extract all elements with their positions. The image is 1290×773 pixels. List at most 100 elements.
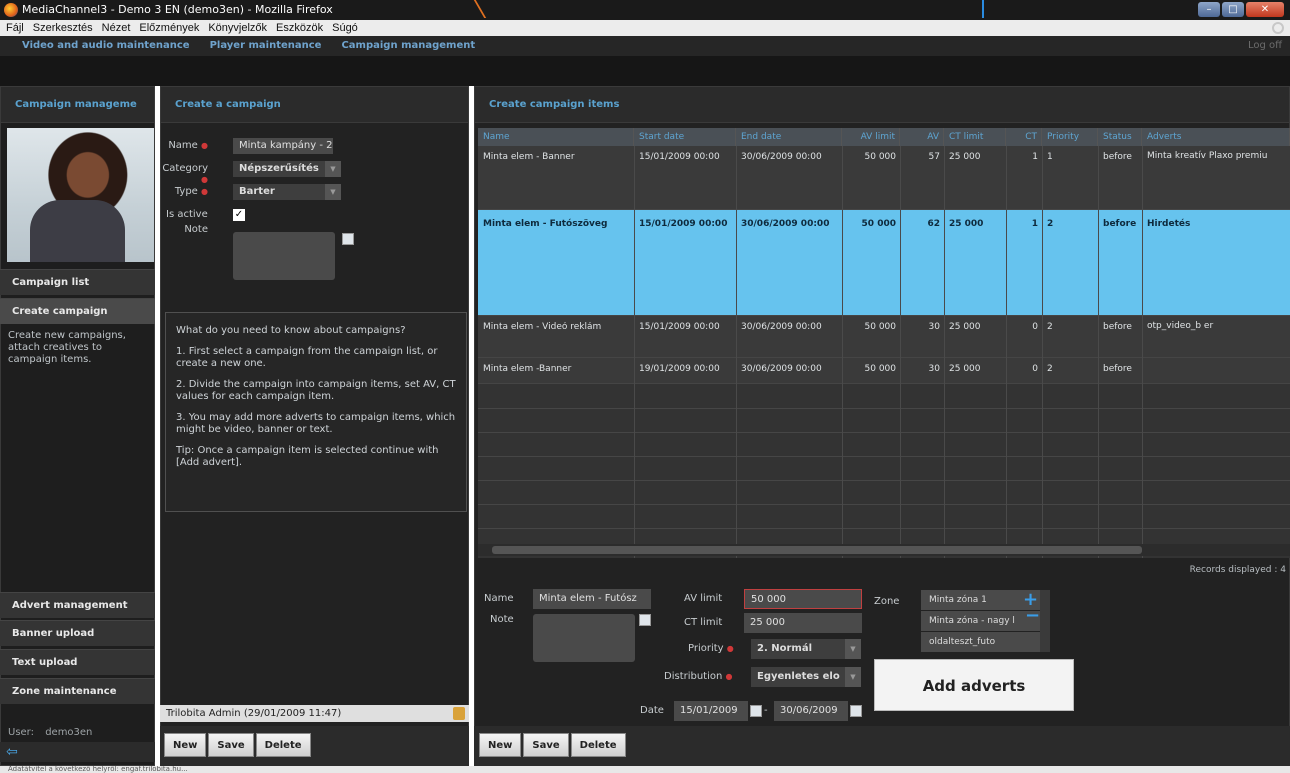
expand-icon[interactable] [639,614,651,626]
required-icon: ● [725,672,733,681]
remove-zone-icon[interactable]: − [1025,605,1040,626]
calendar-icon[interactable] [850,705,862,717]
sidebar-item-text-upload[interactable]: Text upload [0,649,155,675]
empty-row-line [478,408,1290,409]
home-bar [0,742,155,762]
chevron-down-icon: ▼ [845,639,861,659]
column-divider [736,146,737,558]
campaign-buttons: New Save Delete [164,733,311,757]
column-divider [842,146,843,558]
table-row[interactable]: Minta elem -Banner 19/01/2009 00:00 30/0… [478,358,1290,384]
column-header-av-limit[interactable]: AV limit [842,128,900,146]
category-select[interactable]: Népszerűsítés ▼ [233,161,341,177]
campaign-note-textarea[interactable] [233,232,335,280]
column-header-name[interactable]: Name [478,128,634,146]
cell-priority: 2 [1047,219,1054,229]
cell-name: Minta elem -Banner [483,364,572,374]
zone-item[interactable]: Minta zóna - nagy l [921,611,1041,631]
note-label: Note [184,224,208,235]
new-item-button[interactable]: New [479,733,522,757]
cell-av: 30 [928,364,940,374]
date-to-input[interactable]: 30/06/2009 [774,701,848,721]
av-limit-input[interactable]: 50 000 [744,589,862,609]
sidebar-item-advert-management[interactable]: Advert management [0,592,155,618]
cell-priority: 1 [1047,152,1053,162]
nav-campaign[interactable]: Campaign management [333,36,483,56]
menu-help[interactable]: Súgó [332,20,358,36]
column-divider [1142,146,1143,558]
save-campaign-button[interactable]: Save [208,733,254,757]
cell-start-date: 15/01/2009 00:00 [639,152,720,162]
delete-item-button[interactable]: Delete [570,733,626,757]
table-row-selected[interactable]: Minta elem - Futószöveg 15/01/2009 00:00… [478,210,1290,316]
column-header-av[interactable]: AV [900,128,944,146]
menu-bookmarks[interactable]: Könyvjelzők [208,20,267,36]
window-controls: – □ ✕ [1198,2,1284,17]
back-arrow-icon[interactable]: ⇦ [6,744,18,760]
column-header-status[interactable]: Status [1098,128,1142,146]
save-item-button[interactable]: Save [523,733,569,757]
category-value: Népszerűsítés [239,163,319,174]
table-row[interactable]: Minta elem - Banner 15/01/2009 00:00 30/… [478,146,1290,210]
column-divider [634,146,635,558]
new-campaign-button[interactable]: New [164,733,207,757]
loading-throbber-icon [1272,22,1284,34]
priority-label-text: Priority [688,643,724,654]
user-label: User: [8,727,34,738]
menu-file[interactable]: Fájl [6,20,24,36]
menu-edit[interactable]: Szerkesztés [33,20,93,36]
zone-item[interactable]: oldalteszt_futo [921,632,1041,652]
cell-status: before [1103,152,1132,162]
delete-campaign-button[interactable]: Delete [255,733,311,757]
sidebar-item-create-campaign[interactable]: Create campaign [0,298,155,324]
nav-player[interactable]: Player maintenance [202,36,330,56]
menu-tools[interactable]: Eszközök [276,20,323,36]
date-from-input[interactable]: 15/01/2009 [674,701,748,721]
logoff-link[interactable]: Log off [1248,36,1282,56]
campaign-help-box: What do you need to know about campaigns… [165,312,467,512]
column-header-ct[interactable]: CT [1006,128,1042,146]
zone-list-scrollbar[interactable] [1040,590,1050,652]
sidebar-item-campaign-list[interactable]: Campaign list [0,269,155,295]
minimize-icon[interactable]: – [1198,2,1220,17]
category-label: Category ● [160,163,208,185]
empty-row-line [478,432,1290,433]
help-title: What do you need to know about campaigns… [176,325,406,336]
item-name-input[interactable]: Minta elem - Futósz [533,589,651,609]
column-header-start-date[interactable]: Start date [634,128,736,146]
distribution-select[interactable]: Egyenletes elo ▼ [751,667,861,687]
add-adverts-button[interactable]: Add adverts [874,659,1074,711]
ct-limit-label: CT limit [684,617,723,628]
column-header-end-date[interactable]: End date [736,128,842,146]
column-header-ct-limit[interactable]: CT limit [944,128,1006,146]
scrollbar-thumb[interactable] [492,546,1142,554]
sidebar-item-zone-maintenance[interactable]: Zone maintenance [0,678,155,704]
lock-icon [453,707,465,720]
priority-label: Priority ● [688,643,734,654]
create-campaign-header: Create a campaign [161,87,468,123]
cell-end-date: 30/06/2009 00:00 [741,322,822,332]
type-select[interactable]: Barter ▼ [233,184,341,200]
menu-view[interactable]: Nézet [102,20,131,36]
priority-select[interactable]: 2. Normál ▼ [751,639,861,659]
ct-limit-input[interactable]: 25 000 [744,613,862,633]
item-note-textarea[interactable] [533,614,635,662]
sidebar-item-banner-upload[interactable]: Banner upload [0,620,155,646]
cell-name: Minta elem - Futószöveg [483,219,608,229]
cell-ct-limit: 25 000 [949,219,984,229]
menu-history[interactable]: Előzmények [139,20,199,36]
empty-row-line [478,456,1290,457]
column-header-adverts[interactable]: Adverts [1142,128,1290,146]
table-row[interactable]: Minta elem - Videó reklám 15/01/2009 00:… [478,316,1290,358]
campaign-name-input[interactable]: Minta kampány - 20 [233,138,333,154]
expand-icon[interactable] [342,233,354,245]
calendar-icon[interactable] [750,705,762,717]
column-header-priority[interactable]: Priority [1042,128,1098,146]
nav-video-audio[interactable]: Video and audio maintenance [14,36,198,56]
maximize-icon[interactable]: □ [1222,2,1244,17]
is-active-checkbox[interactable]: ✓ [233,209,245,221]
column-divider [944,146,945,558]
close-icon[interactable]: ✕ [1246,2,1284,17]
chevron-down-icon: ▼ [845,667,861,687]
cell-av-limit: 50 000 [864,364,897,374]
